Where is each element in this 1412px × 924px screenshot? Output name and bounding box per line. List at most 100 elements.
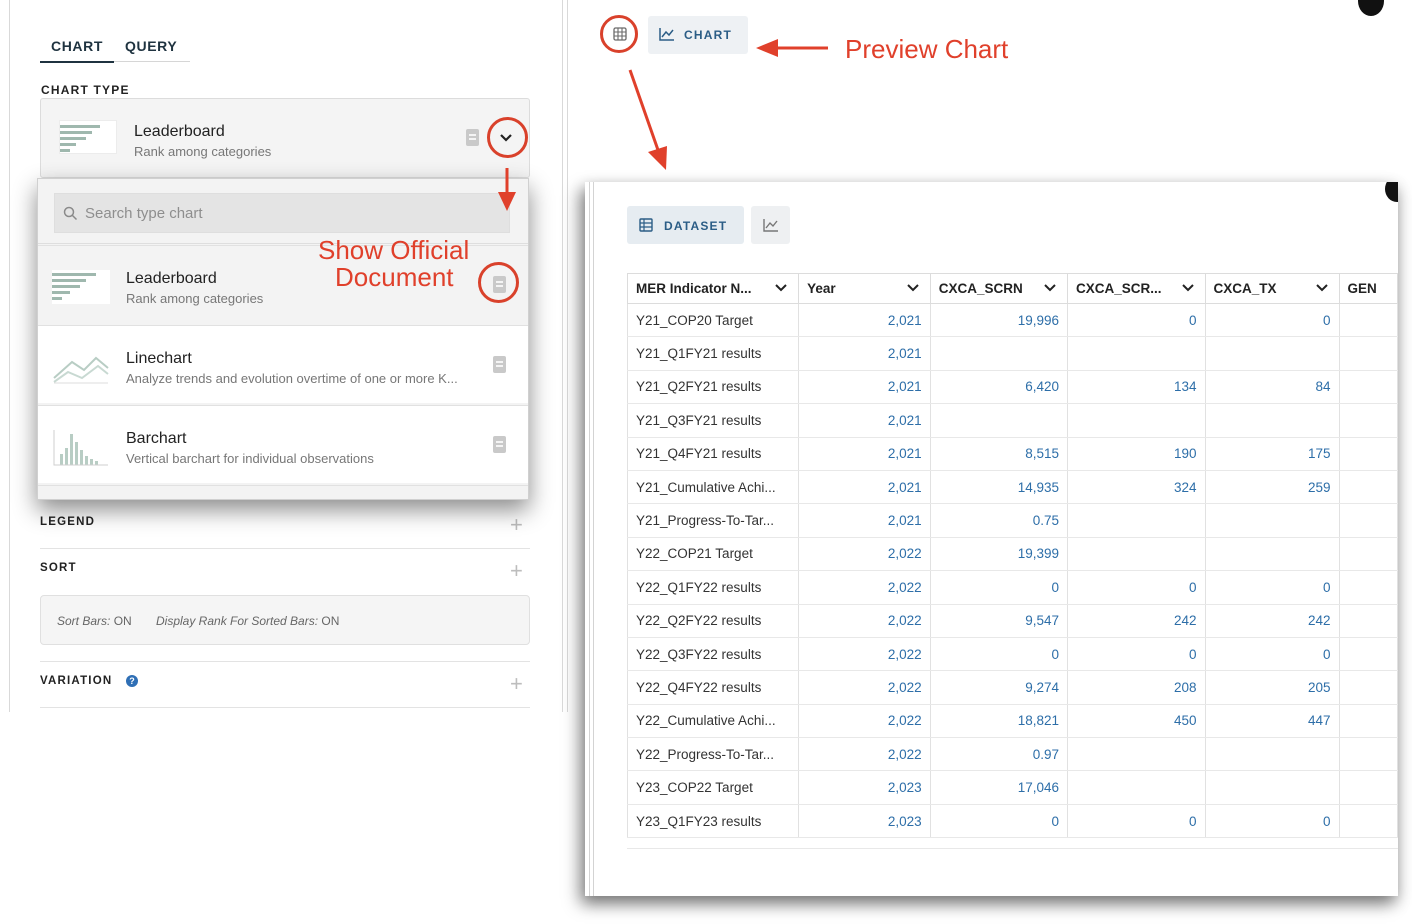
value-cell [1067,503,1206,538]
dropdown-scroll-remainder [38,485,528,499]
annotation-doc-line2: Document [335,262,454,292]
highlight-circle-dropdown [487,117,528,158]
table-bottom-edge [627,848,1398,849]
line-chart-icon [659,28,674,41]
value-cell: 0 [930,637,1069,672]
value-cell [1339,770,1398,805]
value-cell [1339,336,1398,371]
close-icon-partial[interactable] [1358,0,1384,16]
table-row: Y22_Q4FY22 results 2,022 9,274 208 205 [626,670,1398,705]
dataset-label: DATASET [664,219,728,233]
table-icon [639,218,653,232]
search-input[interactable] [85,194,505,232]
chevron-down-icon[interactable] [1315,283,1329,293]
chart-type-option-barchart[interactable]: Barchart Vertical barchart for individua… [38,405,528,483]
column-header[interactable]: CXCA_SCRN [929,273,1069,304]
sort-section-label: SORT [40,562,77,574]
value-cell: 0 [1205,637,1340,672]
variation-expand-icon[interactable]: + [510,673,523,695]
value-cell: 324 [1067,470,1206,505]
value-cell [1339,570,1398,605]
display-rank-setting: Display Rank For Sorted Bars: ON [156,614,340,628]
column-header-label: GEN [1347,281,1377,296]
value-cell [930,336,1069,371]
value-cell: 175 [1205,437,1340,471]
value-cell [1205,336,1340,371]
preview-chart-button[interactable]: CHART [648,16,748,54]
value-cell: 2,022 [798,737,931,772]
chevron-down-icon[interactable] [1181,283,1195,293]
value-cell: 2,021 [798,503,931,538]
chart-tab-button[interactable] [751,206,790,244]
value-cell: 19,399 [930,537,1069,572]
value-cell [1067,770,1206,805]
value-cell: 9,547 [930,604,1069,638]
panel-border-right [562,0,563,712]
value-cell: 0 [1067,804,1206,839]
document-icon[interactable] [466,129,479,146]
chart-type-option-linechart[interactable]: Linechart Analyze trends and evolution o… [38,325,528,403]
row-label-cell: Y22_Q4FY22 results [626,670,800,705]
value-cell: 19,996 [930,303,1069,338]
chart-type-label: CHART TYPE [41,83,130,97]
column-header[interactable]: CXCA_TX [1204,273,1340,304]
close-icon[interactable] [1385,182,1398,202]
value-cell: 0 [1067,570,1206,605]
value-cell: 2,022 [798,604,931,638]
dataset-tab-button[interactable]: DATASET [627,206,744,244]
column-header[interactable]: MER Indicator N... [626,273,800,304]
value-cell [1339,804,1398,839]
value-cell [1067,737,1206,772]
value-cell: 0 [930,804,1069,839]
column-header[interactable]: GEN [1338,273,1398,304]
value-cell [1205,737,1340,772]
highlight-circle-table-view [600,15,638,53]
search-icon [63,206,78,221]
chevron-down-icon[interactable] [906,283,920,293]
value-cell [1339,637,1398,672]
value-cell: 9,274 [930,670,1069,705]
legend-expand-icon[interactable]: + [510,514,523,536]
value-cell: 2,021 [798,303,931,338]
value-cell: 0 [930,570,1069,605]
value-cell [1339,670,1398,705]
document-icon[interactable] [493,436,506,453]
row-label-cell: Y21_Q2FY21 results [626,370,800,405]
column-header[interactable]: CXCA_SCR... [1067,273,1206,304]
sort-settings-summary[interactable]: Sort Bars: ON Display Rank For Sorted Ba… [40,595,530,645]
column-header-label: MER Indicator N... [636,281,752,296]
value-cell [1205,403,1340,438]
row-label-cell: Y21_Cumulative Achi... [626,470,800,505]
help-icon[interactable]: ? [126,675,138,687]
row-label-cell: Y23_COP22 Target [626,770,800,805]
table-row: Y22_Q2FY22 results 2,022 9,547 242 242 [626,604,1398,638]
chevron-down-icon[interactable] [1043,283,1057,293]
selected-type-title: Leaderboard [134,123,225,140]
chart-type-search[interactable] [54,193,510,233]
column-header[interactable]: Year [798,273,931,304]
document-icon[interactable] [493,356,506,373]
row-label-cell: Y22_COP21 Target [626,537,800,572]
value-cell: 2,023 [798,804,931,839]
chevron-down-icon[interactable] [774,283,788,293]
table-row: Y21_Q1FY21 results 2,021 [626,336,1398,371]
row-label-cell: Y22_Q3FY22 results [626,637,800,672]
tab-chart[interactable]: CHART [40,38,114,63]
legend-section-label: LEGEND [40,516,96,528]
value-cell [1067,537,1206,572]
highlight-circle-document [478,262,519,303]
row-label-cell: Y21_Progress-To-Tar... [626,503,800,538]
divider [40,661,530,662]
sort-expand-icon[interactable]: + [510,560,523,582]
value-cell: 2,022 [798,570,931,605]
table-row: Y21_Q3FY21 results 2,021 [626,403,1398,438]
chart-type-select[interactable]: Leaderboard Rank among categories [40,98,530,178]
selected-type-subtitle: Rank among categories [134,144,272,159]
row-label-cell: Y21_Q3FY21 results [626,403,800,438]
row-label-cell: Y22_Progress-To-Tar... [626,737,800,772]
leaderboard-thumbnail [52,270,110,304]
panel-resize-handle[interactable] [567,0,568,712]
table-row: Y21_Q4FY21 results 2,021 8,515 190 175 [626,437,1398,471]
table-row: Y23_COP22 Target 2,023 17,046 [626,770,1398,805]
tab-query[interactable]: QUERY [125,38,177,54]
